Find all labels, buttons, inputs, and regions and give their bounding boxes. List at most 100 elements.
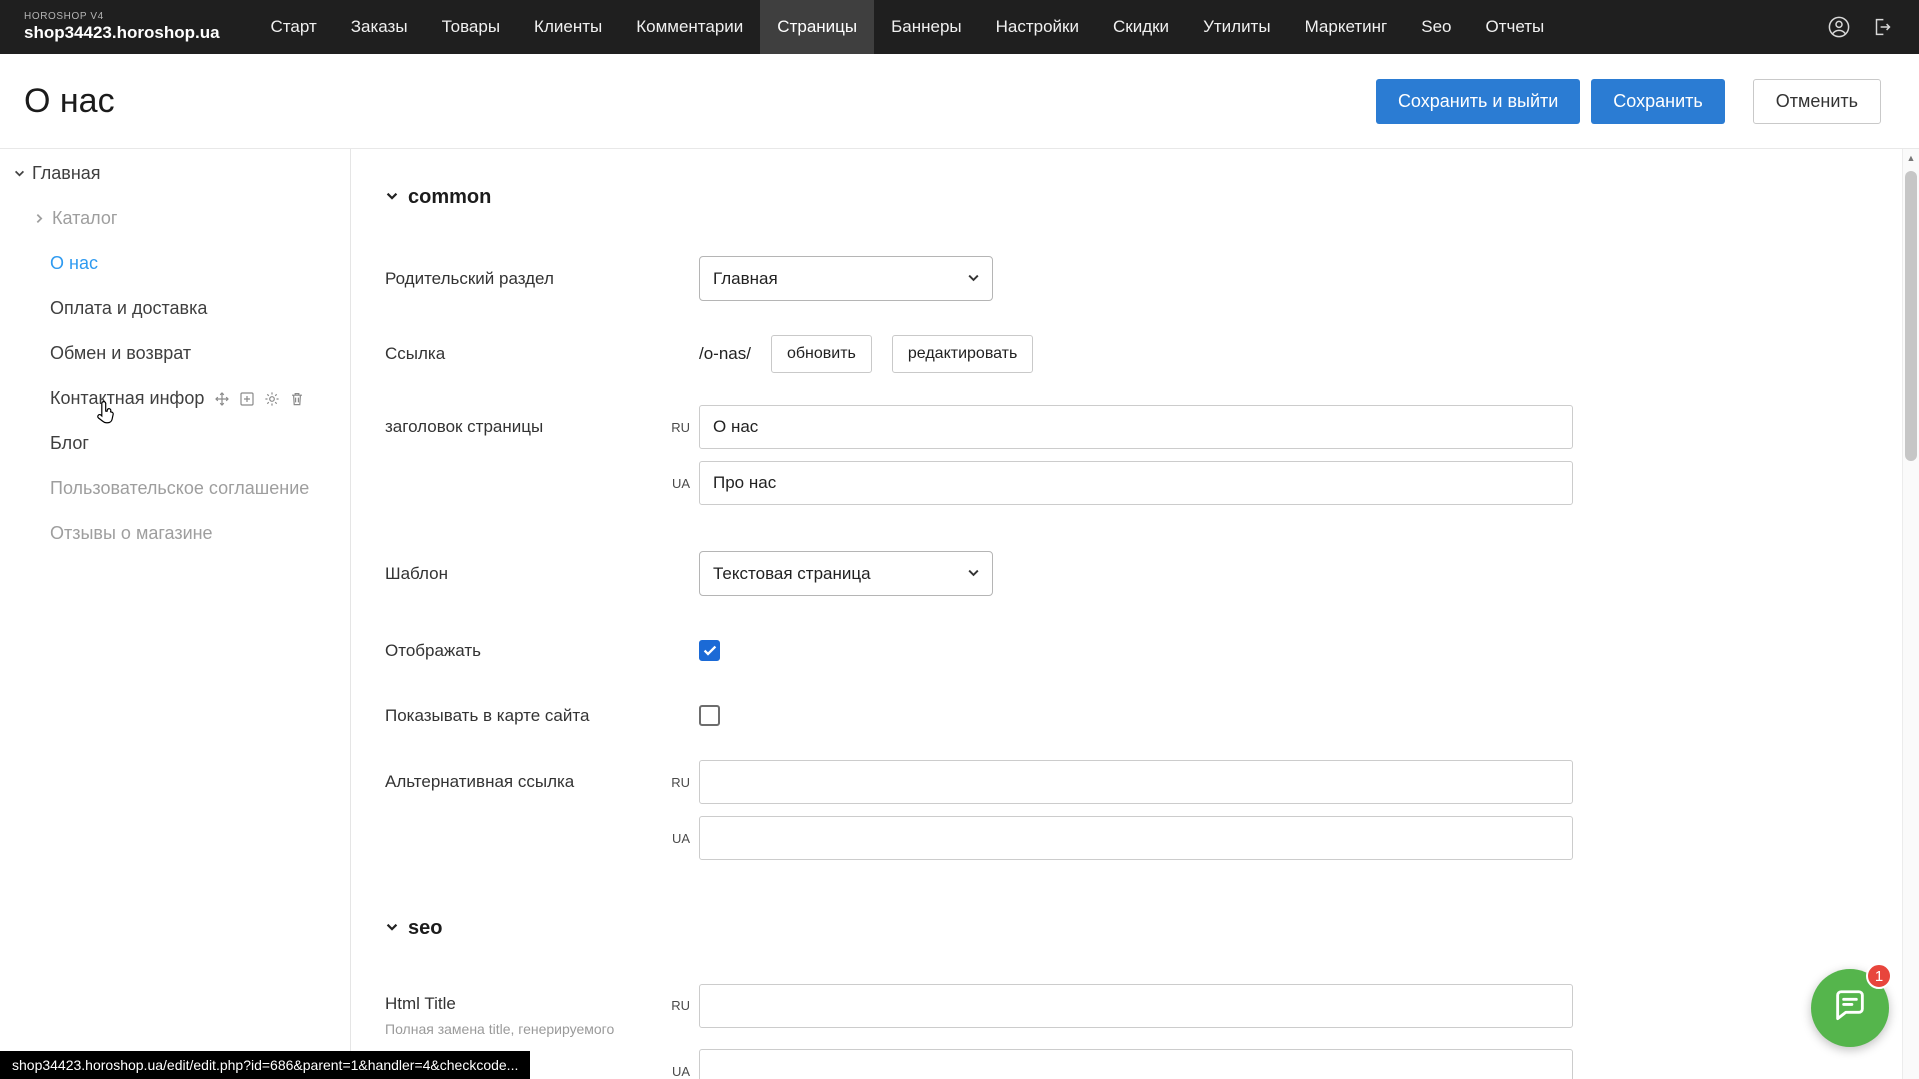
nav-comments[interactable]: Комментарии xyxy=(619,0,760,54)
sidebar-item-oplata[interactable]: Оплата и доставка xyxy=(0,286,350,331)
nav-seo[interactable]: Seo xyxy=(1404,0,1468,54)
sidebar-item-label: Оплата и доставка xyxy=(50,298,207,319)
account-icon[interactable] xyxy=(1827,15,1851,39)
alt-link-ua-input[interactable] xyxy=(699,816,1573,860)
section-common-title: common xyxy=(408,186,491,209)
nav-marketing[interactable]: Маркетинг xyxy=(1288,0,1405,54)
nav-clients[interactable]: Клиенты xyxy=(517,0,619,54)
sidebar-item-label: О нас xyxy=(50,253,98,274)
item-actions xyxy=(214,391,305,407)
update-link-button[interactable]: обновить xyxy=(771,335,872,373)
alt-link-ru-row: Альтернативная ссылка RU xyxy=(385,760,1919,804)
chevron-down-icon xyxy=(385,917,399,940)
sidebar-item-label: Обмен и возврат xyxy=(50,343,191,364)
template-label: Шаблон xyxy=(385,564,649,584)
nav-reports[interactable]: Отчеты xyxy=(1468,0,1561,54)
lang-ua-badge: UA xyxy=(649,831,699,846)
page-title-ua-input[interactable] xyxy=(699,461,1573,505)
html-title-ua-row: UA xyxy=(385,1049,1919,1079)
lang-ru-badge: RU xyxy=(649,775,699,790)
link-row: Ссылка /o-nas/ обновить редактировать xyxy=(385,335,1919,373)
scrollbar-thumb[interactable] xyxy=(1905,171,1917,461)
display-label: Отображать xyxy=(385,641,649,661)
lang-ua-badge: UA xyxy=(649,476,699,491)
nav-banners[interactable]: Баннеры xyxy=(874,0,979,54)
status-url: shop34423.horoshop.ua/edit/edit.php?id=6… xyxy=(0,1051,530,1079)
link-path: /o-nas/ xyxy=(699,344,751,364)
chevron-down-icon xyxy=(385,186,399,209)
move-icon[interactable] xyxy=(214,391,230,407)
chevron-down-icon xyxy=(967,564,980,584)
page-header: О нас Сохранить и выйти Сохранить Отмени… xyxy=(0,54,1919,148)
section-seo-title: seo xyxy=(408,917,442,940)
sidebar-item-label: Отзывы о магазине xyxy=(50,523,213,544)
html-title-label: Html Title xyxy=(385,994,649,1014)
add-icon[interactable] xyxy=(239,391,255,407)
parent-section-row: Родительский раздел Главная xyxy=(385,256,1919,301)
sidebar-item-label: Главная xyxy=(32,163,101,184)
html-title-ru-input[interactable] xyxy=(699,984,1573,1028)
nav-utilities[interactable]: Утилиты xyxy=(1186,0,1288,54)
nav-settings[interactable]: Настройки xyxy=(979,0,1096,54)
template-value: Текстовая страница xyxy=(713,564,871,584)
template-row: Шаблон Текстовая страница xyxy=(385,551,1919,596)
lang-ru-badge: RU xyxy=(649,420,699,435)
sidebar-item-otzyvy[interactable]: Отзывы о магазине xyxy=(0,511,350,556)
chat-icon xyxy=(1831,987,1869,1030)
sidebar-item-kontaktnaya[interactable]: Контактная инфор xyxy=(0,376,350,421)
vertical-scrollbar[interactable]: ▲ xyxy=(1902,149,1919,1079)
scroll-up-arrow[interactable]: ▲ xyxy=(1903,149,1919,167)
brand[interactable]: HOROSHOP V4 shop34423.horoshop.ua xyxy=(0,11,254,42)
chat-unread-badge: 1 xyxy=(1866,963,1892,989)
sidebar-item-o-nas[interactable]: О нас xyxy=(0,241,350,286)
chevron-down-icon xyxy=(8,167,30,180)
page-edit-form: common Родительский раздел Главная Ссылк… xyxy=(351,149,1919,1079)
nav-orders[interactable]: Заказы xyxy=(334,0,425,54)
html-title-ru-row: Html Title Полная замена title, генериру… xyxy=(385,984,1919,1037)
logout-icon[interactable] xyxy=(1871,16,1893,38)
page-title: О нас xyxy=(24,82,115,121)
top-nav: Старт Заказы Товары Клиенты Комментарии … xyxy=(254,0,1562,54)
section-common-toggle[interactable]: common xyxy=(385,185,1919,209)
pages-tree-sidebar: Главная Каталог О нас Оплата и доставка … xyxy=(0,149,351,1079)
topbar: HOROSHOP V4 shop34423.horoshop.ua Старт … xyxy=(0,0,1919,54)
header-actions: Сохранить и выйти Сохранить Отменить xyxy=(1376,79,1881,124)
parent-section-select[interactable]: Главная xyxy=(699,256,993,301)
chevron-down-icon xyxy=(967,269,980,289)
sitemap-label: Показывать в карте сайта xyxy=(385,706,649,726)
nav-pages[interactable]: Страницы xyxy=(760,0,874,54)
edit-link-button[interactable]: редактировать xyxy=(892,335,1033,373)
sidebar-item-blog[interactable]: Блог xyxy=(0,421,350,466)
sidebar-item-katalog[interactable]: Каталог xyxy=(0,196,350,241)
settings-icon[interactable] xyxy=(264,391,280,407)
cancel-button[interactable]: Отменить xyxy=(1753,79,1881,124)
sidebar-item-glavnaya[interactable]: Главная xyxy=(0,151,350,196)
chat-widget-button[interactable]: 1 xyxy=(1811,969,1889,1047)
content: Главная Каталог О нас Оплата и доставка … xyxy=(0,148,1919,1079)
html-title-ua-input[interactable] xyxy=(699,1049,1573,1079)
sitemap-checkbox[interactable] xyxy=(699,705,720,726)
sidebar-item-label: Контактная инфор xyxy=(50,388,204,409)
delete-icon[interactable] xyxy=(289,391,305,407)
display-checkbox[interactable] xyxy=(699,640,720,661)
lang-ru-badge: RU xyxy=(649,998,699,1013)
sidebar-item-obmen[interactable]: Обмен и возврат xyxy=(0,331,350,376)
save-button[interactable]: Сохранить xyxy=(1591,79,1724,124)
save-and-exit-button[interactable]: Сохранить и выйти xyxy=(1376,79,1580,124)
page-title-ru-input[interactable] xyxy=(699,405,1573,449)
alt-link-label: Альтернативная ссылка xyxy=(385,772,649,792)
parent-section-value: Главная xyxy=(713,269,778,289)
nav-discounts[interactable]: Скидки xyxy=(1096,0,1186,54)
page-title-ua-row: UA xyxy=(385,461,1919,505)
sidebar-item-soglashenie[interactable]: Пользовательское соглашение xyxy=(0,466,350,511)
alt-link-ua-row: UA xyxy=(385,816,1919,860)
nav-start[interactable]: Старт xyxy=(254,0,334,54)
sidebar-item-label: Пользовательское соглашение xyxy=(50,478,309,499)
template-select[interactable]: Текстовая страница xyxy=(699,551,993,596)
section-seo-toggle[interactable]: seo xyxy=(385,916,1919,940)
nav-products[interactable]: Товары xyxy=(425,0,517,54)
brand-domain: shop34423.horoshop.ua xyxy=(24,23,220,43)
alt-link-ru-input[interactable] xyxy=(699,760,1573,804)
display-row: Отображать xyxy=(385,640,1919,661)
page-title-ru-row: заголовок страницы RU xyxy=(385,405,1919,449)
